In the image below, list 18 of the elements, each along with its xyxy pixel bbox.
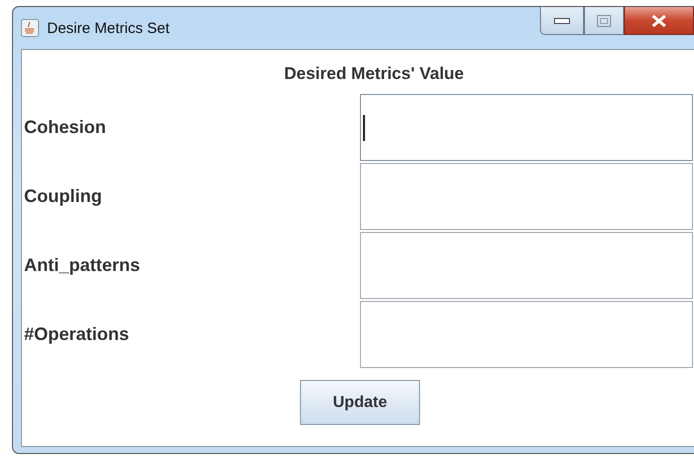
minimize-button[interactable] xyxy=(540,7,584,35)
close-button[interactable] xyxy=(624,7,694,35)
minimize-icon xyxy=(554,18,570,24)
update-button[interactable]: Update xyxy=(300,380,420,425)
input-field[interactable] xyxy=(360,94,693,161)
input-field[interactable] xyxy=(360,163,693,230)
window-title: Desire Metrics Set xyxy=(47,20,170,36)
form-heading: Desired Metrics' Value xyxy=(283,64,465,84)
maximize-icon xyxy=(597,14,611,26)
input-field[interactable] xyxy=(360,301,693,368)
maximize-button[interactable] xyxy=(584,7,624,35)
cup-icon xyxy=(21,19,39,37)
close-icon xyxy=(651,14,667,28)
input-field[interactable] xyxy=(360,232,693,299)
field-label: Cohesion xyxy=(24,117,106,138)
field-label: Coupling xyxy=(24,186,102,207)
field-label: Anti_patterns xyxy=(24,255,140,276)
field-label: #Operations xyxy=(24,324,130,345)
